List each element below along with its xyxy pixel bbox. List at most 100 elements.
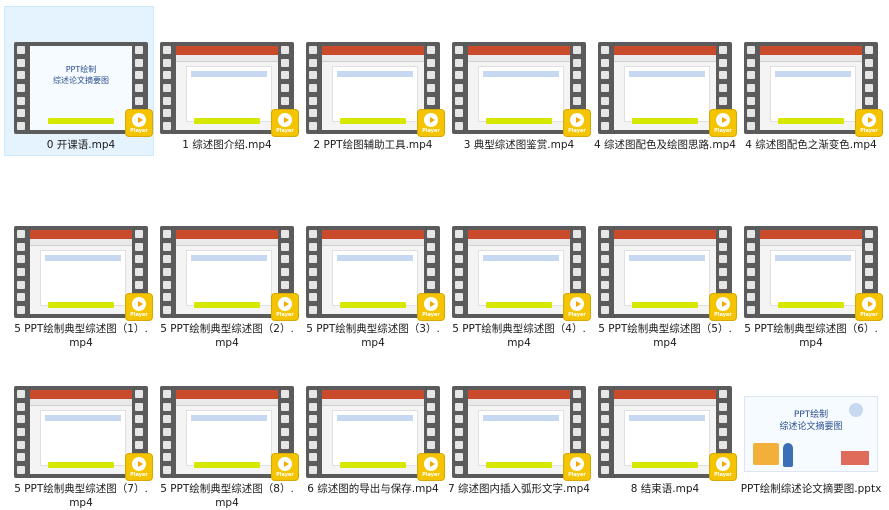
play-icon: [132, 296, 146, 311]
subtitle-bar: [778, 118, 844, 124]
file-thumbnail[interactable]: Player: [306, 226, 444, 320]
video-file-item[interactable]: Player 7 综述图内插入弧形文字.mp4: [446, 386, 592, 496]
player-badge-label: Player: [130, 311, 148, 318]
video-file-item[interactable]: PPT绘制 综述论文摘要图 Player 0 开课语.mp4: [4, 6, 154, 156]
file-thumbnail[interactable]: PPT绘制 综述论文摘要图: [744, 386, 878, 478]
sprocket-holes: [163, 46, 173, 130]
video-file-item[interactable]: Player 5 PPT绘制典型综述图（3）.mp4: [300, 226, 446, 350]
video-file-item[interactable]: Player 5 PPT绘制典型综述图（2）.mp4: [154, 226, 300, 350]
video-preview: PPT绘制 综述论文摘要图: [30, 46, 132, 130]
player-badge-label: Player: [860, 311, 878, 318]
video-preview: [468, 390, 570, 474]
player-badge-label: Player: [568, 311, 586, 318]
video-preview: [176, 390, 278, 474]
sprocket-holes: [601, 390, 611, 474]
video-file-item[interactable]: Player 4 综述图配色及绘图思路.mp4: [592, 42, 738, 152]
file-thumbnail[interactable]: Player: [160, 42, 298, 136]
play-icon: [862, 112, 876, 127]
video-file-item[interactable]: Player 4 综述图配色之渐变色.mp4: [738, 42, 884, 152]
file-name-label[interactable]: 6 综述图的导出与保存.mp4: [300, 482, 446, 496]
sprocket-holes: [747, 46, 757, 130]
video-preview: [322, 46, 424, 130]
player-badge-icon: Player: [272, 110, 298, 136]
file-name-label[interactable]: 3 典型综述图鉴赏.mp4: [446, 138, 592, 152]
player-badge-icon: Player: [418, 110, 444, 136]
video-file-item[interactable]: Player 2 PPT绘图辅助工具.mp4: [300, 42, 446, 152]
player-badge-label: Player: [130, 471, 148, 478]
file-thumbnail[interactable]: Player: [744, 42, 882, 136]
sprocket-holes: [309, 46, 319, 130]
video-file-item[interactable]: Player 5 PPT绘制典型综述图（1）.mp4: [8, 226, 154, 350]
video-file-item[interactable]: Player 5 PPT绘制典型综述图（5）.mp4: [592, 226, 738, 350]
file-name-label[interactable]: 0 开课语.mp4: [8, 138, 154, 152]
file-name-label[interactable]: 5 PPT绘制典型综述图（1）.mp4: [8, 322, 154, 350]
subtitle-bar: [632, 118, 698, 124]
player-badge-label: Player: [568, 471, 586, 478]
video-preview: [468, 46, 570, 130]
subtitle-bar: [778, 302, 844, 308]
file-name-label[interactable]: 5 PPT绘制典型综述图（7）.mp4: [8, 482, 154, 510]
file-thumbnail[interactable]: Player: [14, 386, 152, 480]
file-thumbnail[interactable]: Player: [160, 226, 298, 320]
video-file-item[interactable]: Player 5 PPT绘制典型综述图（7）.mp4: [8, 386, 154, 510]
player-badge-icon: Player: [710, 454, 736, 480]
file-name-label[interactable]: 5 PPT绘制典型综述图（4）.mp4: [446, 322, 592, 350]
video-file-item[interactable]: Player 5 PPT绘制典型综述图（4）.mp4: [446, 226, 592, 350]
file-name-label[interactable]: 4 综述图配色及绘图思路.mp4: [592, 138, 738, 152]
play-icon: [716, 112, 730, 127]
subtitle-bar: [340, 302, 406, 308]
player-badge-label: Player: [276, 471, 294, 478]
file-thumbnail[interactable]: PPT绘制 综述论文摘要图 Player: [14, 42, 152, 136]
video-file-item[interactable]: Player 5 PPT绘制典型综述图（6）.mp4: [738, 226, 884, 350]
sprocket-holes: [601, 46, 611, 130]
video-file-item[interactable]: Player 1 综述图介绍.mp4: [154, 42, 300, 152]
file-thumbnail[interactable]: Player: [452, 226, 590, 320]
subtitle-bar: [632, 302, 698, 308]
subtitle-bar: [340, 462, 406, 468]
file-thumbnail[interactable]: Player: [14, 226, 152, 320]
video-file-item[interactable]: Player 5 PPT绘制典型综述图（8）.mp4: [154, 386, 300, 510]
file-thumbnail[interactable]: Player: [452, 386, 590, 480]
player-badge-icon: Player: [272, 294, 298, 320]
file-name-label[interactable]: 2 PPT绘图辅助工具.mp4: [300, 138, 446, 152]
player-badge-label: Player: [276, 127, 294, 134]
file-name-label[interactable]: 8 结束语.mp4: [592, 482, 738, 496]
file-thumbnail[interactable]: Player: [160, 386, 298, 480]
player-badge-icon: Player: [126, 454, 152, 480]
video-preview: [322, 230, 424, 314]
video-file-item[interactable]: Player 3 典型综述图鉴赏.mp4: [446, 42, 592, 152]
file-thumbnail[interactable]: Player: [452, 42, 590, 136]
file-name-label[interactable]: 5 PPT绘制典型综述图（5）.mp4: [592, 322, 738, 350]
file-thumbnail[interactable]: Player: [598, 226, 736, 320]
file-name-label[interactable]: 5 PPT绘制典型综述图（2）.mp4: [154, 322, 300, 350]
file-name-label[interactable]: 1 综述图介绍.mp4: [154, 138, 300, 152]
video-preview: [468, 230, 570, 314]
video-file-item[interactable]: Player 6 综述图的导出与保存.mp4: [300, 386, 446, 496]
stack-illustration: [841, 451, 869, 465]
subtitle-bar: [48, 118, 114, 124]
file-name-label[interactable]: 5 PPT绘制典型综述图（8）.mp4: [154, 482, 300, 510]
file-name-label[interactable]: 7 综述图内插入弧形文字.mp4: [446, 482, 592, 496]
file-name-label[interactable]: PPT绘制综述论文摘要图.pptx: [738, 482, 884, 496]
player-badge-label: Player: [714, 471, 732, 478]
video-file-item[interactable]: Player 8 结束语.mp4: [592, 386, 738, 496]
player-badge-label: Player: [422, 471, 440, 478]
play-icon: [278, 296, 292, 311]
play-icon: [424, 296, 438, 311]
subtitle-bar: [632, 462, 698, 468]
player-badge-icon: Player: [710, 294, 736, 320]
pptx-file-item[interactable]: PPT绘制 综述论文摘要图 PPT绘制综述论文摘要图.pptx: [738, 386, 884, 496]
sprocket-holes: [163, 390, 173, 474]
file-name-label[interactable]: 5 PPT绘制典型综述图（3）.mp4: [300, 322, 446, 350]
subtitle-bar: [194, 302, 260, 308]
file-name-label[interactable]: 5 PPT绘制典型综述图（6）.mp4: [738, 322, 884, 350]
file-thumbnail[interactable]: Player: [744, 226, 882, 320]
subtitle-bar: [340, 118, 406, 124]
file-thumbnail[interactable]: Player: [598, 386, 736, 480]
file-thumbnail[interactable]: Player: [598, 42, 736, 136]
file-thumbnail[interactable]: Player: [306, 42, 444, 136]
file-thumbnail[interactable]: Player: [306, 386, 444, 480]
subtitle-bar: [48, 462, 114, 468]
file-name-label[interactable]: 4 综述图配色之渐变色.mp4: [738, 138, 884, 152]
sprocket-holes: [455, 46, 465, 130]
